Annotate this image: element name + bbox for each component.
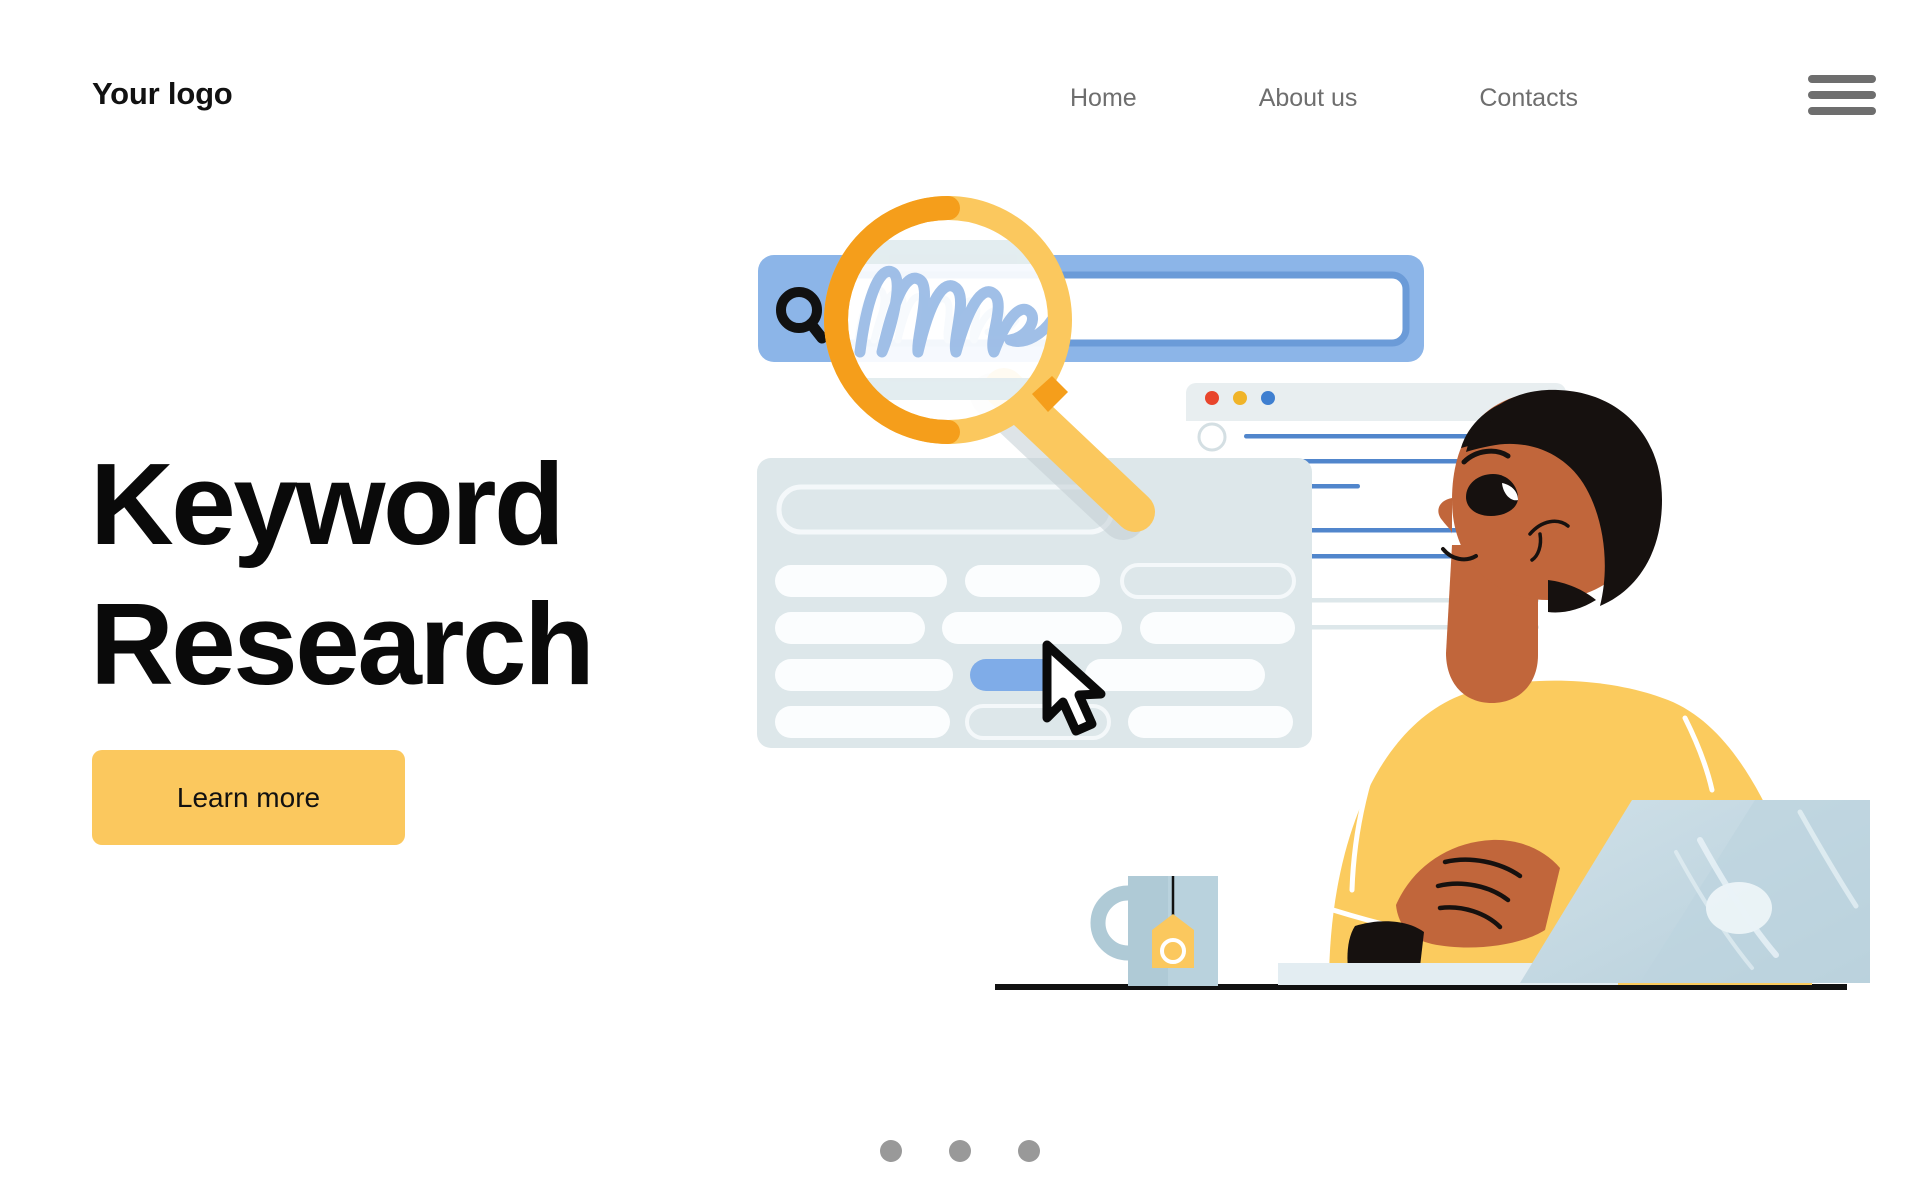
main-navigation: Home About us Contacts	[1070, 84, 1578, 113]
highlighted-result	[970, 659, 1070, 691]
search-query-text	[854, 286, 1020, 344]
mouth	[1441, 547, 1478, 562]
nav-item-home[interactable]: Home	[1070, 84, 1137, 113]
hamburger-menu-icon[interactable]	[1808, 75, 1876, 117]
search-icon	[776, 287, 828, 344]
magnifying-glass	[824, 196, 1072, 444]
sleeve-cuff	[1347, 921, 1424, 984]
tea-bag-tag	[1152, 914, 1194, 968]
carousel-dots	[880, 1140, 1040, 1162]
site-header: Your logo Home About us Contacts	[0, 0, 1920, 160]
traffic-light-red	[1205, 391, 1219, 405]
search-bar	[758, 255, 1424, 362]
traffic-light-yellow	[1233, 391, 1247, 405]
mouse-cursor	[1042, 640, 1106, 736]
carousel-dot-1[interactable]	[880, 1140, 902, 1162]
person-at-laptop	[1278, 389, 1812, 985]
landing-page: Your logo Home About us Contacts Keyword…	[0, 0, 1920, 1200]
eye	[1466, 474, 1518, 516]
site-logo[interactable]: Your logo	[92, 76, 233, 112]
search-results-panel	[757, 458, 1312, 748]
coffee-mug	[1090, 876, 1218, 986]
sweater	[1329, 680, 1812, 985]
carousel-dot-2[interactable]	[949, 1140, 971, 1162]
page-title-line-2: Research	[90, 578, 595, 709]
eyebrow	[1461, 448, 1511, 465]
nav-item-contacts[interactable]: Contacts	[1479, 84, 1578, 113]
magnifier-handle	[970, 368, 1155, 540]
head	[1452, 392, 1650, 600]
laptop	[1520, 800, 1870, 983]
page-title-line-1: Keyword	[90, 438, 565, 569]
hair	[1466, 389, 1662, 606]
learn-more-button[interactable]: Learn more	[92, 750, 405, 845]
hand	[1396, 839, 1560, 948]
nav-item-about-us[interactable]: About us	[1259, 84, 1358, 113]
traffic-light-blue	[1261, 391, 1275, 405]
page-title: Keyword Research	[90, 446, 595, 709]
browser-window	[1186, 383, 1566, 653]
carousel-dot-3[interactable]	[1018, 1140, 1040, 1162]
